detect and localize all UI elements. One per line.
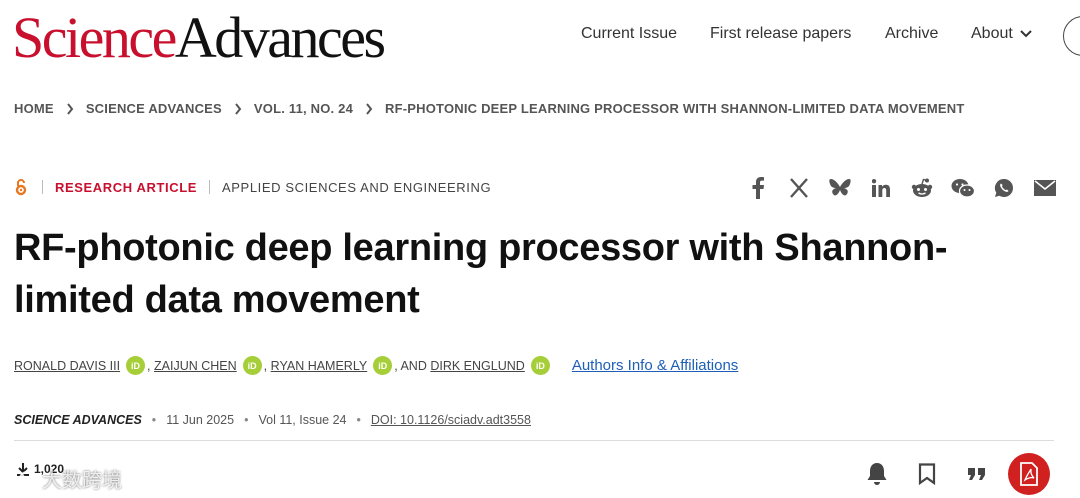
chevron-right-icon — [66, 102, 74, 115]
nav-about-label: About — [971, 25, 1013, 42]
author-link[interactable]: DIRK ENGLUND — [430, 359, 524, 373]
nav-current-issue[interactable]: Current Issue — [581, 25, 677, 43]
bookmark-icon[interactable] — [914, 461, 940, 487]
bluesky-icon[interactable] — [828, 176, 852, 200]
orcid-icon[interactable]: iD — [373, 356, 393, 375]
breadcrumb: HOME SCIENCE ADVANCES VOL. 11, NO. 24 RF… — [14, 101, 965, 116]
breadcrumb-journal[interactable]: SCIENCE ADVANCES — [86, 101, 222, 116]
author-link[interactable]: RONALD DAVIS III — [14, 359, 120, 373]
science-advances-logo[interactable]: ScienceAdvances — [12, 6, 386, 70]
author-separator: , — [263, 358, 268, 373]
divider — [209, 180, 211, 194]
author-separator: , — [147, 358, 151, 373]
orcid-icon[interactable]: iD — [530, 356, 550, 375]
breadcrumb-article: RF-PHOTONIC DEEP LEARNING PROCESSOR WITH… — [385, 101, 965, 116]
divider — [14, 440, 1054, 441]
article-subject[interactable]: APPLIED SCIENCES AND ENGINEERING — [222, 180, 491, 195]
chevron-right-icon — [365, 102, 373, 115]
author-link[interactable]: RYAN HAMERLY — [271, 359, 368, 373]
pdf-download-button[interactable] — [1008, 453, 1050, 495]
article-type: RESEARCH ARTICLE — [55, 179, 198, 195]
whatsapp-icon[interactable] — [992, 176, 1016, 200]
linkedin-icon[interactable] — [869, 176, 893, 200]
divider — [42, 180, 43, 194]
authors-info-affiliations-link[interactable]: Authors Info & Affiliations — [572, 357, 739, 374]
share-bar — [746, 176, 1074, 200]
nav-first-release-papers[interactable]: First release papers — [710, 25, 851, 43]
open-access-icon — [14, 178, 28, 196]
x-icon[interactable] — [787, 176, 811, 200]
wechat-icon[interactable] — [951, 176, 975, 200]
watermark: 大数跨境 — [8, 464, 122, 493]
watermark-logo-icon — [9, 470, 35, 487]
journal-name: SCIENCE ADVANCES — [14, 413, 142, 427]
publication-info: SCIENCE ADVANCES • 11 Jun 2025 • Vol 11,… — [14, 413, 531, 427]
site-header: ScienceAdvances Current Issue First rele… — [0, 0, 1080, 78]
chevron-right-icon — [234, 102, 242, 115]
volume-issue[interactable]: Vol 11, Issue 24 — [258, 413, 346, 427]
publication-date: 11 Jun 2025 — [166, 413, 235, 427]
orcid-icon[interactable]: iD — [242, 356, 262, 375]
article-tools — [864, 453, 1050, 495]
user-menu-button[interactable] — [1063, 16, 1080, 56]
orcid-icon[interactable]: iD — [126, 356, 146, 375]
breadcrumb-issue[interactable]: VOL. 11, NO. 24 — [254, 101, 353, 116]
email-icon[interactable] — [1033, 176, 1057, 200]
pdf-icon — [1020, 462, 1038, 486]
watermark-text: 大数跨境 — [42, 468, 122, 492]
bell-icon[interactable] — [864, 461, 890, 487]
author-link[interactable]: ZAIJUN CHEN — [154, 359, 237, 373]
article-meta: RESEARCH ARTICLE APPLIED SCIENCES AND EN… — [14, 178, 491, 196]
nav-about[interactable]: About — [971, 25, 1033, 43]
author-separator: , AND — [394, 358, 427, 373]
cite-icon[interactable] — [964, 461, 990, 487]
doi-link[interactable]: DOI: 10.1126/sciadv.adt3558 — [371, 413, 531, 427]
nav-archive[interactable]: Archive — [885, 25, 938, 43]
reddit-icon[interactable] — [910, 176, 934, 200]
facebook-icon[interactable] — [746, 176, 770, 200]
breadcrumb-home[interactable]: HOME — [14, 101, 54, 116]
author-list: RONALD DAVIS III iD , ZAIJUN CHEN iD , R… — [14, 356, 738, 375]
chevron-down-icon — [1020, 30, 1032, 38]
article-title: RF-photonic deep learning processor with… — [14, 227, 948, 321]
